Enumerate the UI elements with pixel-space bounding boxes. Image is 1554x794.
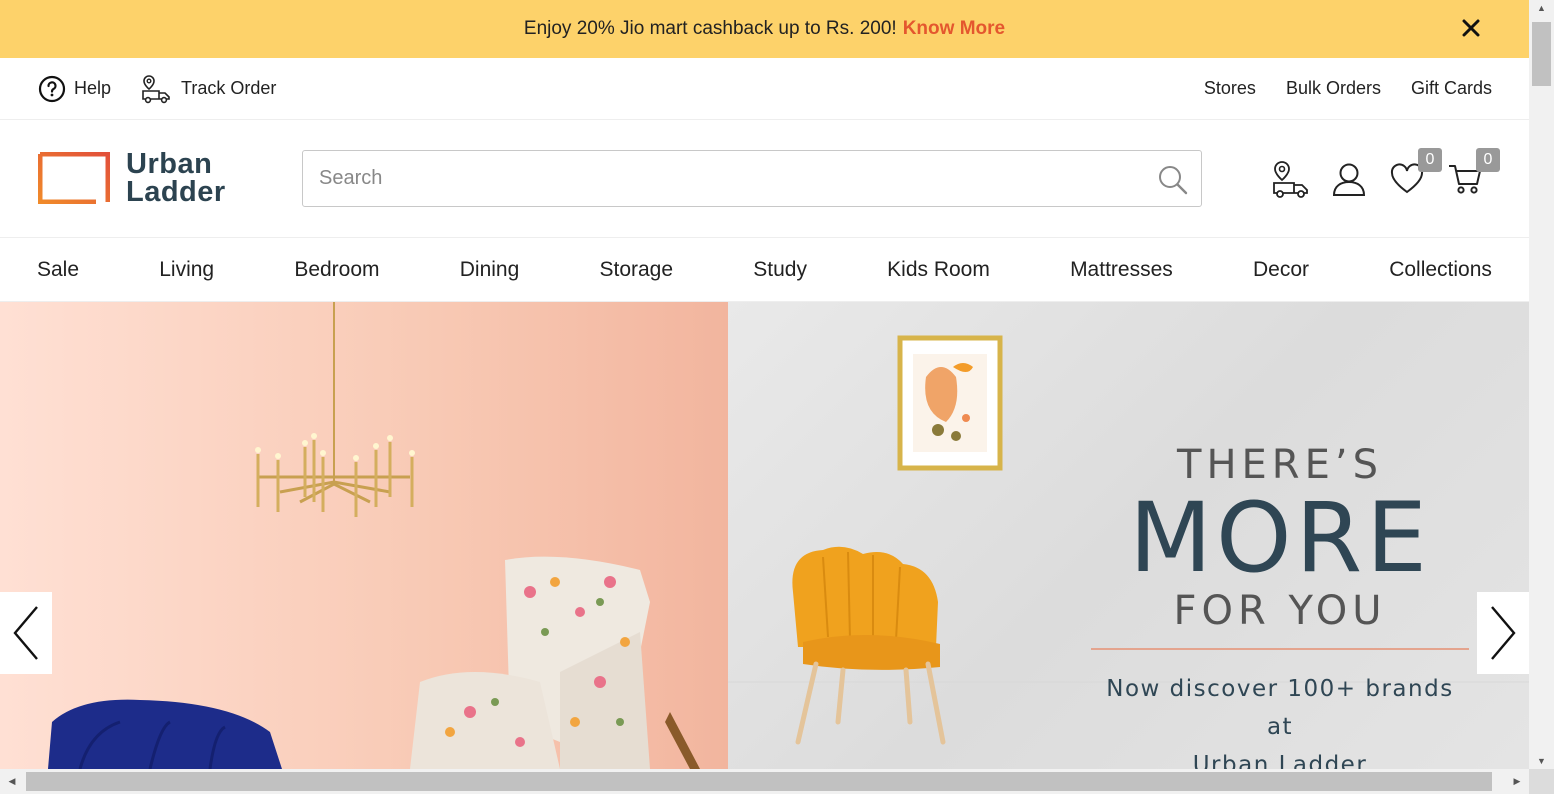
user-icon: [1332, 163, 1366, 196]
vertical-scrollbar[interactable]: ▲ ▼: [1529, 0, 1554, 769]
scroll-right-arrow-icon[interactable]: ▶: [1509, 769, 1525, 794]
gift-cards-link[interactable]: Gift Cards: [1411, 78, 1492, 99]
category-nav: Sale Living Bedroom Dining Storage Study…: [0, 238, 1529, 302]
help-label: Help: [74, 78, 112, 98]
urban-ladder-logo[interactable]: Urban Ladder: [38, 148, 248, 208]
scroll-down-arrow-icon[interactable]: ▼: [1529, 753, 1554, 769]
promo-text: Enjoy 20% Jio mart cashback up to Rs. 20…: [523, 18, 897, 39]
logo-line1: Urban: [126, 148, 213, 180]
vertical-scroll-thumb[interactable]: [1532, 22, 1551, 86]
hero-line-2: MORE: [1129, 482, 1431, 594]
promo-banner: Enjoy 20% Jio mart cashback up to Rs. 20…: [0, 0, 1529, 58]
track-order-label: Track Order: [181, 78, 277, 98]
carousel-next-button[interactable]: [1477, 592, 1529, 674]
header-icons: 0 0: [1268, 148, 1500, 202]
stores-link[interactable]: Stores: [1204, 78, 1256, 99]
hero-line-4: Now discover 100+ brands at: [1106, 676, 1454, 740]
horizontal-scroll-thumb[interactable]: [26, 772, 1492, 791]
utility-bar: Help Track Order Stores Bulk Orders Gift…: [0, 58, 1529, 120]
main-header: Urban Ladder Search 0 0: [0, 120, 1529, 238]
nav-item-mattresses[interactable]: Mattresses: [1070, 258, 1173, 282]
hero-carousel[interactable]: THERE’S MORE FOR YOU Now discover 100+ b…: [0, 302, 1529, 769]
help-link[interactable]: Help: [38, 75, 111, 103]
nav-item-kids-room[interactable]: Kids Room: [887, 258, 990, 282]
logo-mark-icon: [38, 152, 110, 204]
bulk-orders-link[interactable]: Bulk Orders: [1286, 78, 1381, 99]
hero-divider: [1091, 648, 1469, 650]
room-illustration: [48, 302, 700, 769]
cart-button[interactable]: 0: [1442, 148, 1500, 202]
chevron-right-icon: [1491, 606, 1516, 660]
wishlist-button[interactable]: 0: [1384, 148, 1442, 202]
logo-text: Urban Ladder: [126, 148, 226, 208]
search-box: [302, 150, 1202, 207]
scroll-left-arrow-icon[interactable]: ◀: [4, 769, 20, 794]
search-icon[interactable]: [1153, 160, 1193, 200]
carousel-prev-button[interactable]: [0, 592, 52, 674]
nav-item-sale[interactable]: Sale: [37, 258, 79, 282]
chevron-left-icon: [13, 606, 38, 660]
cart-count-badge: 0: [1476, 148, 1500, 172]
page: Enjoy 20% Jio mart cashback up to Rs. 20…: [0, 0, 1529, 769]
know-more-link[interactable]: Know More: [903, 18, 1005, 40]
nav-item-bedroom[interactable]: Bedroom: [294, 258, 379, 282]
nav-item-storage[interactable]: Storage: [599, 258, 673, 282]
scrollbar-corner: [1529, 769, 1554, 794]
nav-item-living[interactable]: Living: [159, 258, 214, 282]
help-icon: [38, 75, 66, 102]
logo-line2: Ladder: [126, 176, 226, 208]
track-order-button[interactable]: [1268, 156, 1314, 202]
account-button[interactable]: [1326, 156, 1372, 202]
nav-item-collections[interactable]: Collections: [1389, 258, 1492, 282]
horizontal-scrollbar[interactable]: ◀ ▶: [0, 769, 1529, 794]
track-order-link[interactable]: Track Order: [141, 73, 276, 105]
hero-left-scene: [0, 302, 728, 769]
nav-item-study[interactable]: Study: [753, 258, 807, 282]
nav-item-dining[interactable]: Dining: [460, 258, 520, 282]
nav-item-decor[interactable]: Decor: [1253, 258, 1309, 282]
hero-line-5: Urban Ladder: [1192, 752, 1368, 769]
wishlist-count-badge: 0: [1418, 148, 1442, 172]
search-input[interactable]: [303, 151, 1201, 206]
scroll-up-arrow-icon[interactable]: ▲: [1529, 0, 1554, 16]
truck-location-icon: [142, 74, 170, 103]
close-icon[interactable]: [1457, 14, 1485, 42]
hero-line-3: FOR YOU: [1173, 588, 1387, 634]
hero-headline: THERE’S MORE FOR YOU Now discover 100+ b…: [1090, 442, 1470, 769]
truck-location-icon: [1273, 161, 1308, 198]
